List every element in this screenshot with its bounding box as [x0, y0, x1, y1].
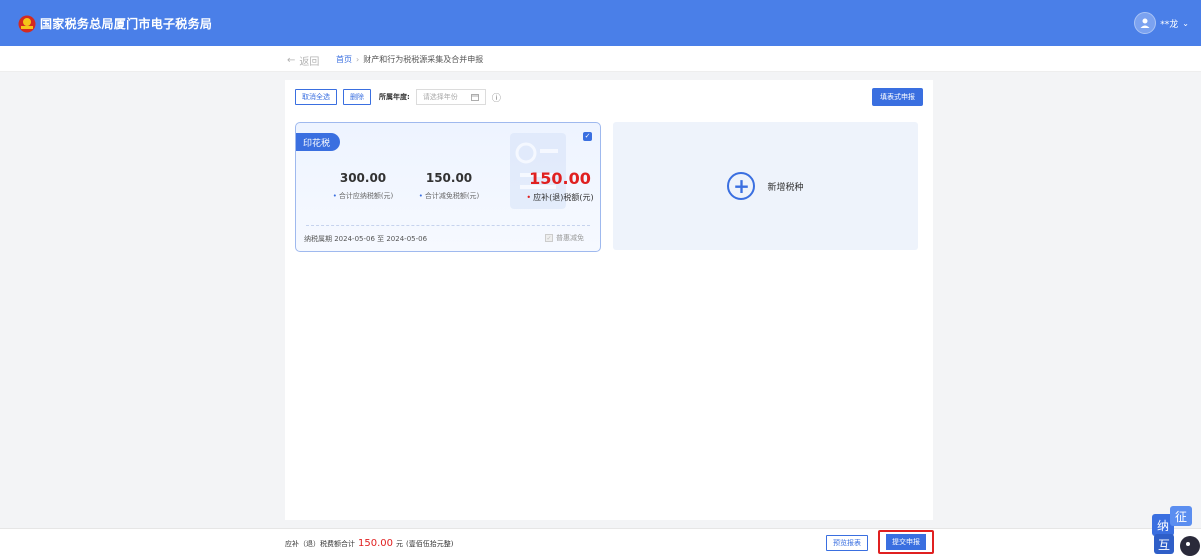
discount-label: 普惠减免 — [556, 234, 584, 242]
top-bar: 国家税务总局厦门市电子税务局 **龙 ⌄ — [0, 0, 1201, 46]
calendar-icon — [470, 94, 479, 101]
payable-label: 合计应纳税额(元) — [318, 191, 408, 201]
mascot-char-2: 征 — [1175, 510, 1187, 524]
total-in-words: (壹佰伍拾元整) — [406, 540, 454, 548]
reduction-label: 合计减免税额(元) — [404, 191, 494, 201]
submit-highlight: 提交申报 — [878, 530, 934, 554]
reduction-value: 150.00 — [425, 171, 473, 185]
fill-form-declare-button[interactable]: 填表式申报 — [872, 88, 923, 106]
card-divider — [306, 225, 590, 226]
add-tax-type-label: 新增税种 — [767, 182, 804, 193]
card-checkbox[interactable]: ✓ — [583, 132, 592, 141]
breadcrumb-current: 财产和行为税税源采集及合并申报 — [363, 55, 484, 64]
submit-declaration-button[interactable]: 提交申报 — [886, 534, 926, 550]
total-value: 150.00 — [358, 538, 393, 549]
discount-checkbox: ✓ — [545, 234, 553, 242]
mascot-char-1: 纳 — [1157, 519, 1169, 533]
user-menu[interactable]: **龙 ⌄ — [1134, 12, 1189, 34]
payable-value: 300.00 — [339, 171, 387, 185]
plus-icon: + — [727, 172, 756, 200]
tax-assistant-mascot-icon[interactable]: 纳 征 互 — [1150, 506, 1201, 556]
tax-bureau-emblem-icon — [18, 15, 36, 33]
back-label: 返回 — [299, 57, 320, 68]
tax-type-tag: 印花税 — [296, 133, 341, 151]
year-picker-input[interactable]: 请选择年份 — [415, 89, 486, 105]
mascot-char-3: 互 — [1158, 538, 1170, 552]
toolbar: 取消全选 删除 所属年度: 请选择年份 ⓘ 填表式申报 — [295, 88, 923, 106]
avatar[interactable] — [1134, 12, 1157, 34]
chevron-down-icon[interactable]: ⌄ — [1182, 19, 1189, 28]
main-panel: 取消全选 删除 所属年度: 请选择年份 ⓘ 填表式申报 印花税 ✓ 300.00… — [285, 80, 933, 520]
payable-amount: 300.00 合计应纳税额(元) — [318, 171, 408, 201]
total-prefix: 应补（退）税费额合计 — [285, 540, 355, 548]
tax-card-stamp-duty[interactable]: 印花税 ✓ 300.00 合计应纳税额(元) 150.00 合计减免税额(元) … — [295, 122, 601, 252]
preview-report-button[interactable]: 预览报表 — [826, 535, 868, 551]
delete-button[interactable]: 删除 — [343, 89, 371, 105]
due-value: 150.00 — [529, 169, 591, 188]
breadcrumb: 首页 › 财产和行为税税源采集及合并申报 — [336, 54, 483, 65]
due-label: 应补(退)税额(元) — [518, 192, 600, 203]
breadcrumb-home[interactable]: 首页 — [336, 54, 352, 65]
arrow-left-icon: ← — [287, 55, 296, 66]
cancel-select-all-button[interactable]: 取消全选 — [295, 89, 337, 105]
tax-period: 纳税属期 2024-05-06 至 2024-05-06 — [304, 235, 428, 243]
inclusive-discount-option: ✓ 普惠减免 — [545, 233, 584, 243]
breadcrumb-separator: › — [356, 55, 360, 64]
back-button[interactable]: ← 返回 — [287, 53, 319, 68]
info-icon[interactable]: ⓘ — [492, 91, 501, 104]
user-name: **龙 — [1160, 19, 1179, 30]
footer-bar: 应补（退）税费额合计 150.00 元 (壹佰伍拾元整) 预览报表 提交申报 — [0, 528, 1201, 556]
add-tax-type-card[interactable]: + 新增税种 — [613, 122, 918, 250]
year-label: 所属年度: — [379, 93, 410, 101]
total-unit: 元 — [396, 540, 403, 548]
breadcrumb-bar: ← 返回 首页 › 财产和行为税税源采集及合并申报 — [0, 46, 1201, 72]
year-placeholder: 请选择年份 — [422, 93, 458, 101]
due-amount: 150.00 应补(退)税额(元) — [518, 169, 600, 203]
user-icon — [1140, 18, 1150, 28]
total-summary: 应补（退）税费额合计 150.00 元 (壹佰伍拾元整) — [285, 538, 453, 549]
site-title: 国家税务总局厦门市电子税务局 — [40, 17, 213, 31]
reduction-amount: 150.00 合计减免税额(元) — [404, 171, 494, 201]
